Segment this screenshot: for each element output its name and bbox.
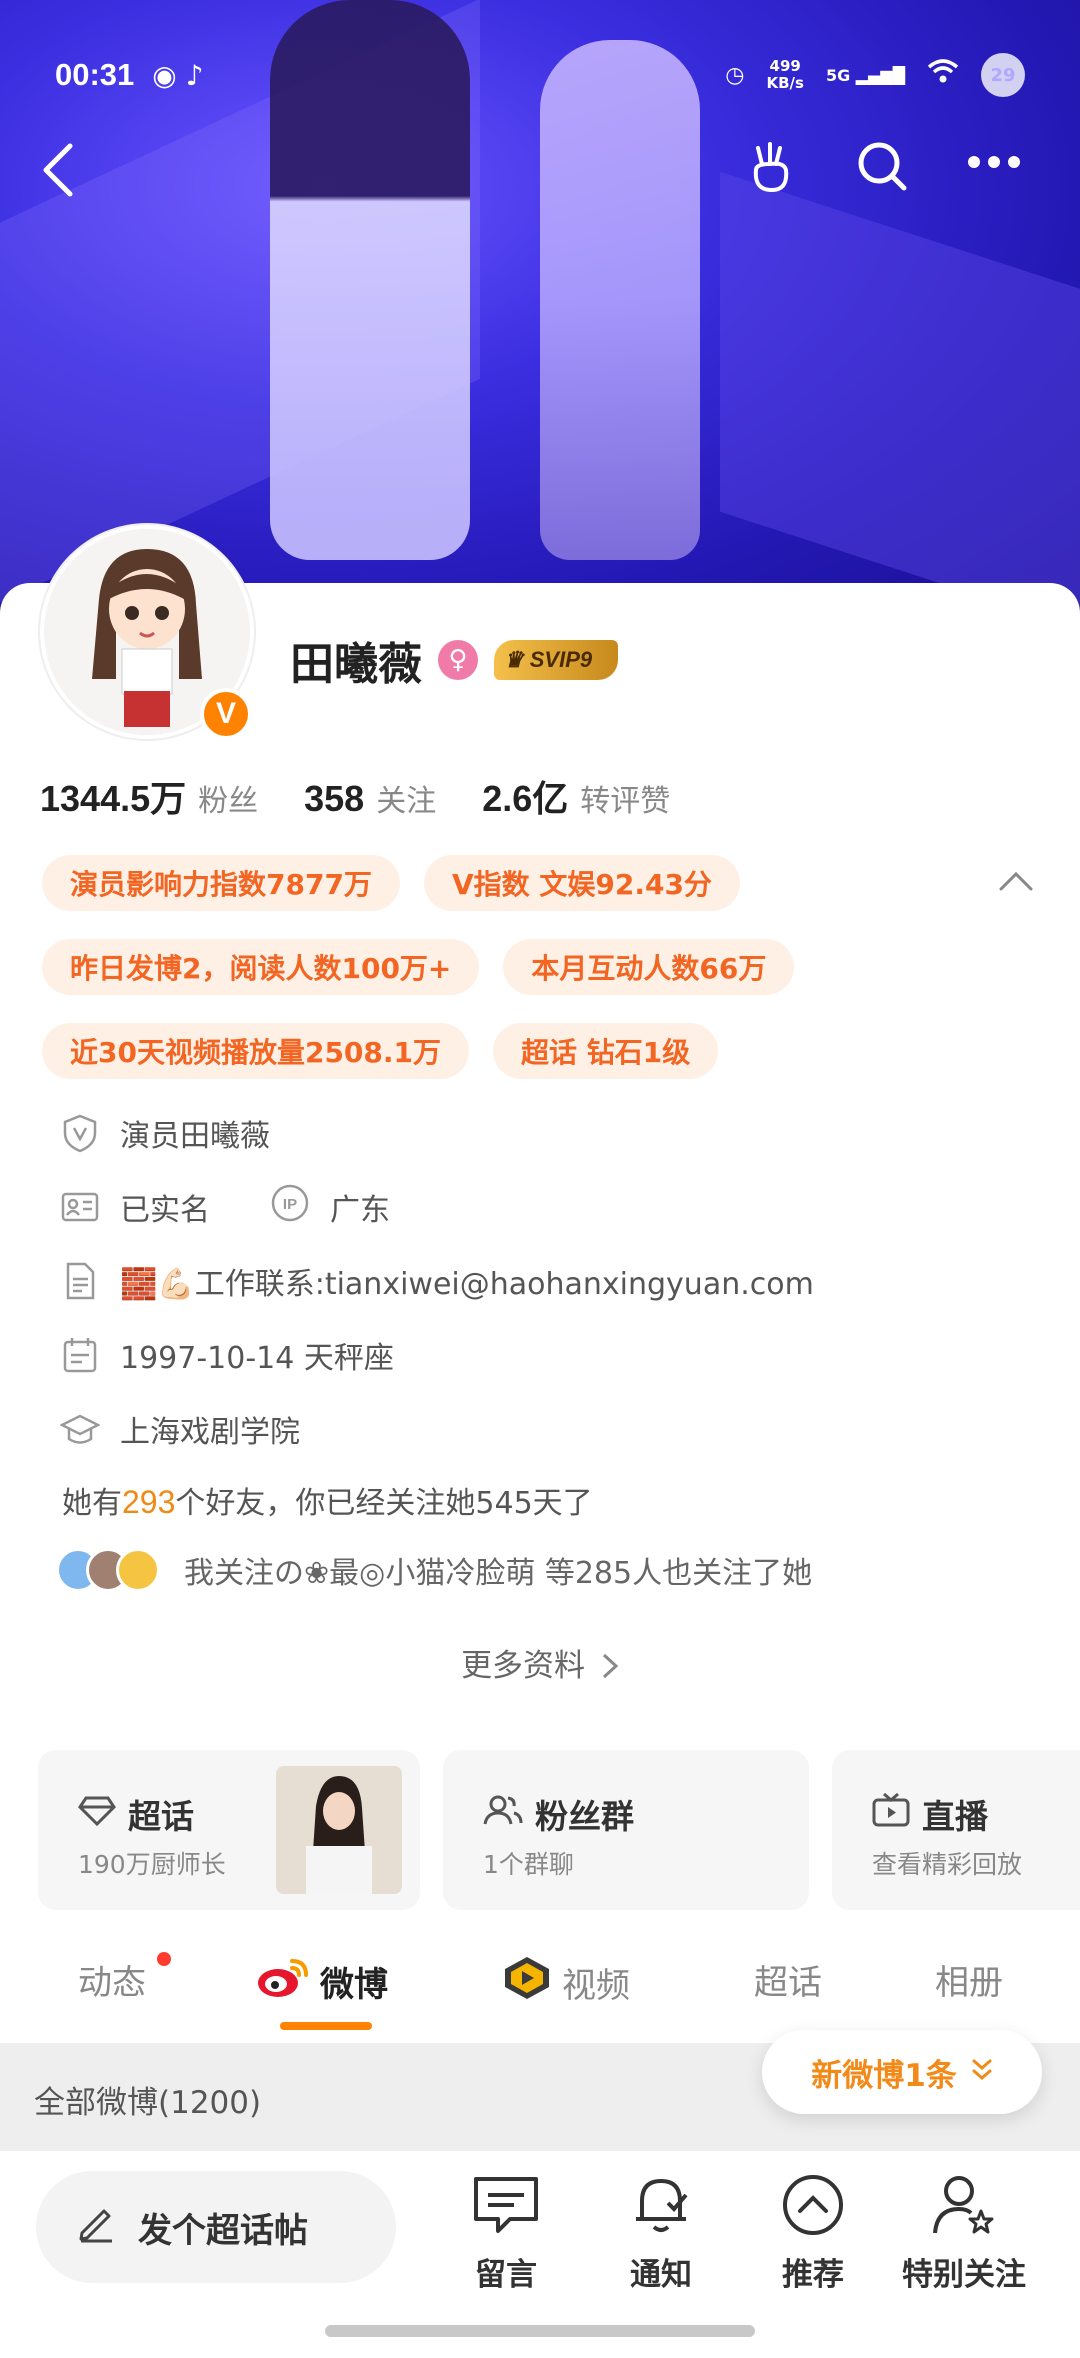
- tab-weibo[interactable]: 微博: [256, 1955, 388, 2008]
- status-bar: 00:31 ◉ ♪ ◷ 499 KB/s 5G ▂▄▆█ 29: [55, 50, 1025, 100]
- stat-likes[interactable]: 2.6亿 转评赞: [482, 770, 670, 822]
- special-follow-button[interactable]: 特别关注: [902, 2173, 1026, 2294]
- bell-check-icon: [628, 2173, 694, 2241]
- more-icon[interactable]: [966, 154, 1022, 174]
- graduation-cap-icon: [59, 1409, 101, 1449]
- friends-summary[interactable]: 她有293个好友，你已经关注她545天了: [62, 1478, 593, 1522]
- battery-icon: 29: [981, 53, 1025, 97]
- school-row: 上海戏剧学院: [59, 1404, 814, 1454]
- all-weibo-filter[interactable]: 全部微博(1200): [34, 2077, 261, 2122]
- crown-icon: ♛: [504, 647, 524, 672]
- fan-group-card[interactable]: 粉丝群 1个群聊: [443, 1750, 809, 1910]
- more-info-link[interactable]: 更多资料: [0, 1640, 1080, 1685]
- users-icon: [483, 1794, 523, 1834]
- tag-monthly-interactions[interactable]: 本月互动人数66万: [503, 939, 795, 995]
- tab-feed[interactable]: 动态: [78, 1955, 146, 2004]
- bio-row: 🧱💪🏻工作联系:tianxiwei@haohanxingyuan.com: [60, 1256, 814, 1306]
- circle-chevron-up-icon: [780, 2173, 846, 2241]
- diamond-icon: [78, 1795, 116, 1834]
- tag-actor-influence[interactable]: 演员影响力指数7877万: [42, 855, 400, 911]
- gesture-hand-icon[interactable]: [748, 140, 794, 198]
- female-icon: ♀: [438, 640, 478, 680]
- verified-shield-icon: [60, 1113, 100, 1153]
- tab-album[interactable]: 相册: [935, 1955, 1003, 2004]
- network-speed: 499 KB/s: [766, 57, 804, 92]
- calendar-icon: [60, 1335, 100, 1375]
- user-star-icon: [931, 2173, 997, 2241]
- supertopic-card[interactable]: 超话 190万厨师长: [38, 1750, 420, 1910]
- supertopic-thumbnail: [276, 1766, 402, 1894]
- document-icon: [60, 1261, 100, 1301]
- wifi-icon: [927, 59, 959, 91]
- svip-badge[interactable]: ♛ SVIP9: [494, 640, 619, 680]
- tag-video-plays[interactable]: 近30天视频播放量2508.1万: [42, 1023, 470, 1079]
- svg-text:IP: IP: [283, 1196, 297, 1213]
- mutual-avatar: [116, 1548, 160, 1592]
- user-name: 田曦薇: [290, 639, 422, 690]
- tag-supertopic-level[interactable]: 超话 钻石1级: [493, 1023, 719, 1079]
- realname-row: 已实名 IP 广东: [60, 1182, 814, 1232]
- home-indicator[interactable]: [325, 2325, 755, 2337]
- recommend-button[interactable]: 推荐: [780, 2173, 846, 2294]
- tab-supertopic[interactable]: 超话: [754, 1955, 822, 2004]
- post-supertopic-button[interactable]: 发个超话帖: [36, 2171, 396, 2283]
- birthday-row: 1997-10-14 天秤座: [60, 1330, 814, 1380]
- alarm-icon: ◷: [725, 62, 745, 88]
- top-nav: [0, 130, 1080, 210]
- content-tabs: 动态 微博 视频 超话 相册: [0, 1930, 1080, 2030]
- tag-v-index[interactable]: V指数 文娱92.43分: [423, 855, 740, 911]
- message-board-button[interactable]: 留言: [470, 2173, 542, 2294]
- notification-icons: ◉ ♪: [152, 58, 204, 92]
- bio-text: 🧱💪🏻工作联系:tianxiwei@haohanxingyuan.com: [120, 1267, 814, 1302]
- video-badge-icon: [502, 1955, 552, 2010]
- live-card[interactable]: 直播 查看精彩回放: [832, 1750, 1080, 1910]
- back-icon[interactable]: [40, 142, 76, 202]
- tab-video[interactable]: 视频: [502, 1955, 630, 2010]
- stat-fans[interactable]: 1344.5万 粉丝: [40, 770, 258, 822]
- signal-icon: 5G ▂▄▆█: [825, 65, 905, 85]
- mutual-followers[interactable]: 我关注の❀最◎小猫冷脸萌 等285人也关注了她: [56, 1548, 812, 1592]
- name-row: 田曦薇 ♀ ♛ SVIP9: [290, 628, 619, 692]
- id-card-icon: [60, 1187, 100, 1227]
- verification-row: 演员田曦薇: [60, 1108, 814, 1158]
- tag-list: 演员影响力指数7877万 V指数 文娱92.43分 昨日发博2，阅读人数100万…: [42, 855, 1002, 1107]
- chat-bubble-icon: [470, 2173, 542, 2241]
- ip-location: IP 广东: [270, 1183, 390, 1231]
- verified-badge: V: [200, 688, 252, 740]
- stats-row: 1344.5万 粉丝 358 关注 2.6亿 转评赞: [40, 770, 716, 822]
- active-tab-indicator: [280, 2022, 372, 2030]
- weibo-logo-icon: [256, 1955, 310, 2008]
- chevron-right-icon: [595, 1648, 619, 1684]
- stat-following[interactable]: 358 关注: [304, 776, 436, 820]
- tag-yesterday-posts[interactable]: 昨日发博2，阅读人数100万+: [42, 939, 480, 995]
- search-icon[interactable]: [856, 140, 908, 196]
- new-weibo-button[interactable]: 新微博1条: [762, 2030, 1042, 2114]
- profile-info: 演员田曦薇 已实名 IP 广东 🧱💪🏻工作联系:tianxiwei@haohan…: [59, 1108, 814, 1478]
- ip-icon: IP: [270, 1183, 310, 1231]
- double-chevron-down-icon: [971, 2054, 993, 2090]
- notify-button[interactable]: 通知: [628, 2173, 694, 2294]
- unread-dot: [157, 1952, 171, 1966]
- pencil-icon: [76, 2203, 116, 2252]
- status-time: 00:31: [55, 57, 135, 92]
- tv-play-icon: [872, 1792, 910, 1835]
- chevron-up-icon[interactable]: [998, 870, 1034, 896]
